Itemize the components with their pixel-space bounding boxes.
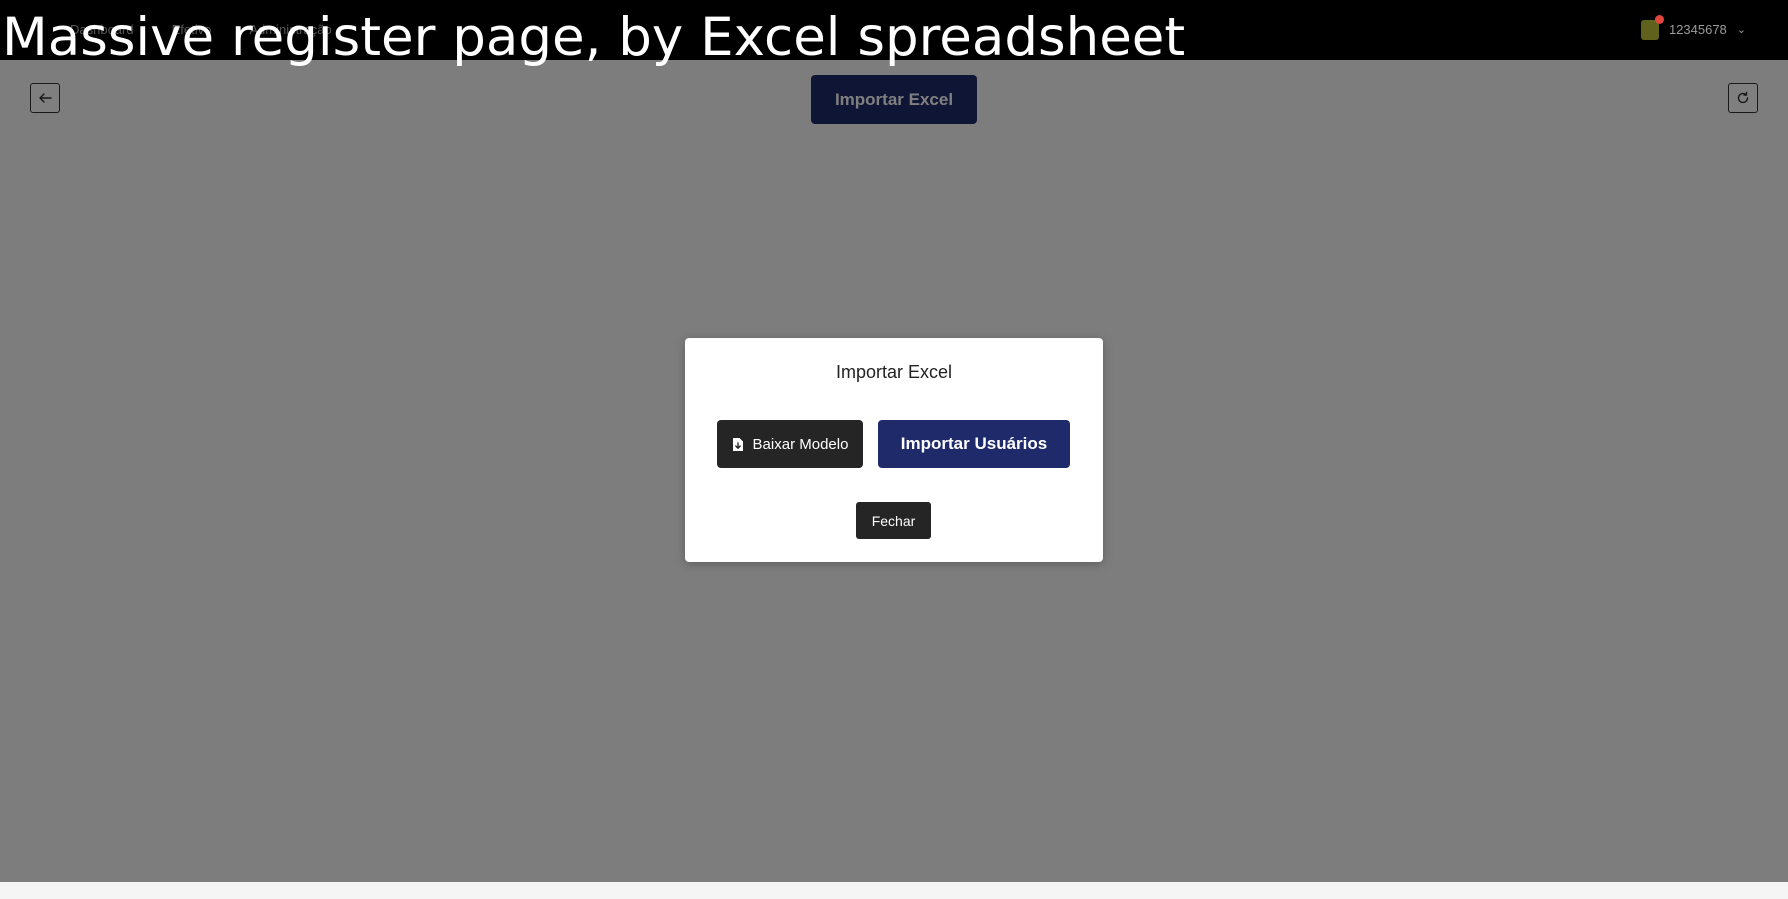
caption-text: Massive register page, by Excel spreadsh… bbox=[2, 7, 1186, 68]
user-id: 12345678 bbox=[1668, 22, 1727, 37]
download-template-button[interactable]: Baixar Modelo bbox=[717, 420, 863, 468]
user-badge-icon bbox=[1640, 14, 1664, 40]
file-download-icon bbox=[732, 437, 744, 452]
import-excel-modal: Importar Excel Baixar Modelo Importar Us… bbox=[685, 338, 1103, 562]
import-users-button[interactable]: Importar Usuários bbox=[878, 420, 1070, 468]
caption-banner: Dashboard Efetivo Administração 12345678… bbox=[0, 0, 1788, 68]
notification-dot bbox=[1654, 14, 1664, 24]
footer-strip bbox=[0, 882, 1788, 899]
user-menu[interactable]: 12345678 ⌄ bbox=[1640, 0, 1746, 59]
chevron-down-icon: ⌄ bbox=[1736, 24, 1746, 36]
download-template-label: Baixar Modelo bbox=[752, 435, 849, 453]
close-modal-button[interactable]: Fechar bbox=[856, 502, 931, 539]
modal-title: Importar Excel bbox=[835, 362, 953, 382]
